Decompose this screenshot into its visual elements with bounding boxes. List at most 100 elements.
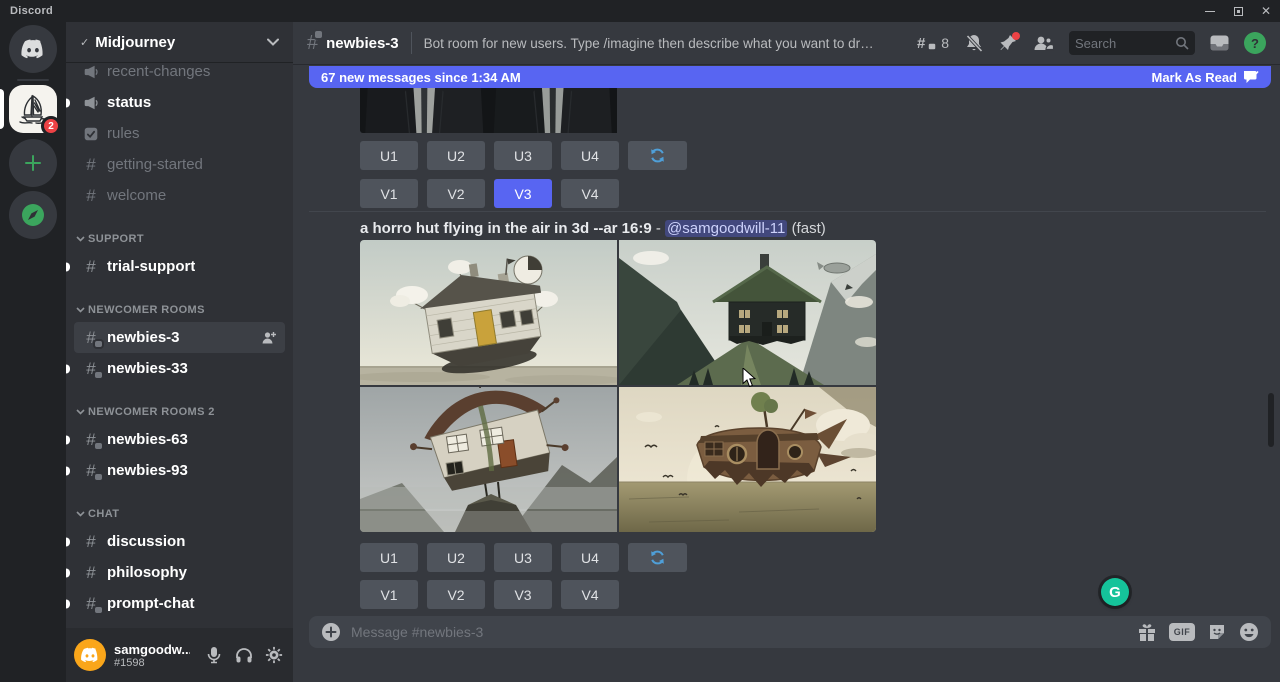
message-input[interactable] (351, 624, 1127, 640)
help-button[interactable]: ? (1244, 32, 1266, 54)
u3-button[interactable]: U3 (494, 543, 552, 572)
u1-button[interactable]: U1 (360, 543, 418, 572)
settings-gear-icon[interactable] (263, 644, 285, 666)
v3-button[interactable]: V3 (494, 580, 552, 609)
close-button[interactable]: ✕ (1252, 0, 1280, 22)
v3-button-selected[interactable]: V3 (494, 179, 552, 208)
gift-icon[interactable] (1137, 622, 1157, 642)
unread-pill (66, 435, 70, 444)
channel-discussion[interactable]: # discussion (74, 526, 285, 557)
channel-topic[interactable]: Bot room for new users. Type /imagine th… (424, 36, 879, 51)
user-mention[interactable]: @samgoodwill-11 (665, 220, 787, 237)
chat-scrollbar-thumb[interactable] (1268, 393, 1274, 447)
headphones-icon[interactable] (233, 644, 255, 666)
minimize-button[interactable] (1196, 0, 1224, 22)
mic-icon[interactable] (203, 644, 225, 666)
category-newcomer-rooms[interactable]: NEWCOMER ROOMS (74, 298, 285, 322)
server-rail: 2 (0, 22, 66, 682)
speed-mode: (fast) (792, 220, 826, 237)
hash-chat-icon: # (82, 462, 100, 479)
generated-image-2[interactable] (619, 240, 876, 385)
v4-button[interactable]: V4 (561, 179, 619, 208)
server-header[interactable]: ✓ Midjourney (66, 22, 293, 62)
mark-as-read-button[interactable]: Mark As Read (1152, 70, 1260, 85)
user-names[interactable]: samgoodw... #1598 (114, 642, 190, 669)
user-discriminator: #1598 (114, 657, 190, 669)
refresh-icon (649, 549, 666, 566)
channel-rules[interactable]: rules (74, 118, 285, 149)
v4-button[interactable]: V4 (561, 580, 619, 609)
u2-button[interactable]: U2 (427, 543, 485, 572)
category-support[interactable]: SUPPORT (74, 227, 285, 251)
generated-image-4[interactable] (619, 387, 876, 532)
category-chat[interactable]: CHAT (74, 502, 285, 526)
app-title: Discord (10, 5, 53, 17)
generation-image-grid[interactable] (360, 240, 876, 532)
attach-plus-icon[interactable] (321, 622, 341, 642)
threads-button[interactable]: # 8 (917, 34, 949, 52)
channel-recent-changes[interactable]: recent-changes (74, 62, 285, 87)
u2-button[interactable]: U2 (427, 141, 485, 170)
generated-image-1[interactable] (360, 240, 617, 385)
message-prompt-line: a horro hut flying in the air in 3d --ar… (360, 218, 826, 239)
hash-chat-icon: # (82, 595, 100, 612)
channel-label: getting-started (107, 156, 203, 173)
channel-trial-support[interactable]: # trial-support (74, 251, 285, 282)
v1-button[interactable]: V1 (360, 580, 418, 609)
pinned-messages-button[interactable] (999, 34, 1017, 52)
member-list-button[interactable] (1032, 34, 1054, 52)
add-server-button[interactable] (9, 139, 57, 187)
u3-button[interactable]: U3 (494, 141, 552, 170)
user-controls (203, 644, 285, 666)
channel-newbies-63[interactable]: # newbies-63 (74, 424, 285, 455)
category-label: SUPPORT (88, 233, 144, 245)
grammarly-icon[interactable]: G (1101, 578, 1129, 606)
v2-button[interactable]: V2 (427, 179, 485, 208)
svg-text:#: # (917, 35, 926, 52)
search-input[interactable] (1075, 36, 1175, 51)
home-button[interactable] (9, 25, 57, 73)
inbox-button[interactable] (1210, 35, 1229, 51)
channel-label: newbies-93 (107, 462, 188, 479)
u4-button[interactable]: U4 (561, 543, 619, 572)
gif-picker-icon[interactable]: GIF (1169, 623, 1195, 641)
channel-newbies-3[interactable]: # newbies-3 (74, 322, 285, 353)
create-invite-icon[interactable] (261, 330, 277, 346)
channel-status[interactable]: status (74, 87, 285, 118)
channel-partial[interactable]: # (74, 619, 285, 628)
channel-welcome[interactable]: # welcome (74, 180, 285, 211)
search-box[interactable] (1069, 31, 1195, 55)
v2-button[interactable]: V2 (427, 580, 485, 609)
channel-prompt-chat[interactable]: # prompt-chat (74, 588, 285, 619)
channel-sidebar: ✓ Midjourney recent-changes status (66, 22, 293, 682)
v1-button[interactable]: V1 (360, 179, 418, 208)
unread-pill (66, 466, 70, 475)
close-icon: ✕ (1261, 5, 1271, 17)
unread-pill (66, 364, 70, 373)
explore-servers-button[interactable] (9, 191, 57, 239)
new-messages-banner[interactable]: 67 new messages since 1:34 AM Mark As Re… (309, 66, 1271, 88)
reroll-button[interactable] (628, 141, 687, 170)
emoji-icon[interactable] (1239, 622, 1259, 642)
category-label: CHAT (88, 508, 119, 520)
channel-title: newbies-3 (326, 35, 399, 52)
generated-image-3[interactable] (360, 387, 617, 532)
channel-newbies-33[interactable]: # newbies-33 (74, 353, 285, 384)
message-composer[interactable]: GIF (309, 616, 1271, 648)
u1-button[interactable]: U1 (360, 141, 418, 170)
user-avatar[interactable] (74, 639, 106, 671)
channel-label: welcome (107, 187, 166, 204)
category-newcomer-rooms-2[interactable]: NEWCOMER ROOMS 2 (74, 400, 285, 424)
maximize-button[interactable] (1224, 0, 1252, 22)
previous-generation-image[interactable] (360, 85, 688, 133)
notifications-muted-icon[interactable] (964, 33, 984, 53)
sticker-icon[interactable] (1207, 622, 1227, 642)
channel-philosophy[interactable]: # philosophy (74, 557, 285, 588)
hash-icon: # (82, 156, 100, 173)
reroll-button[interactable] (628, 543, 687, 572)
channel-newbies-93[interactable]: # newbies-93 (74, 455, 285, 486)
hash-icon: # (82, 564, 100, 581)
channel-label: prompt-chat (107, 595, 195, 612)
channel-getting-started[interactable]: # getting-started (74, 149, 285, 180)
u4-button[interactable]: U4 (561, 141, 619, 170)
